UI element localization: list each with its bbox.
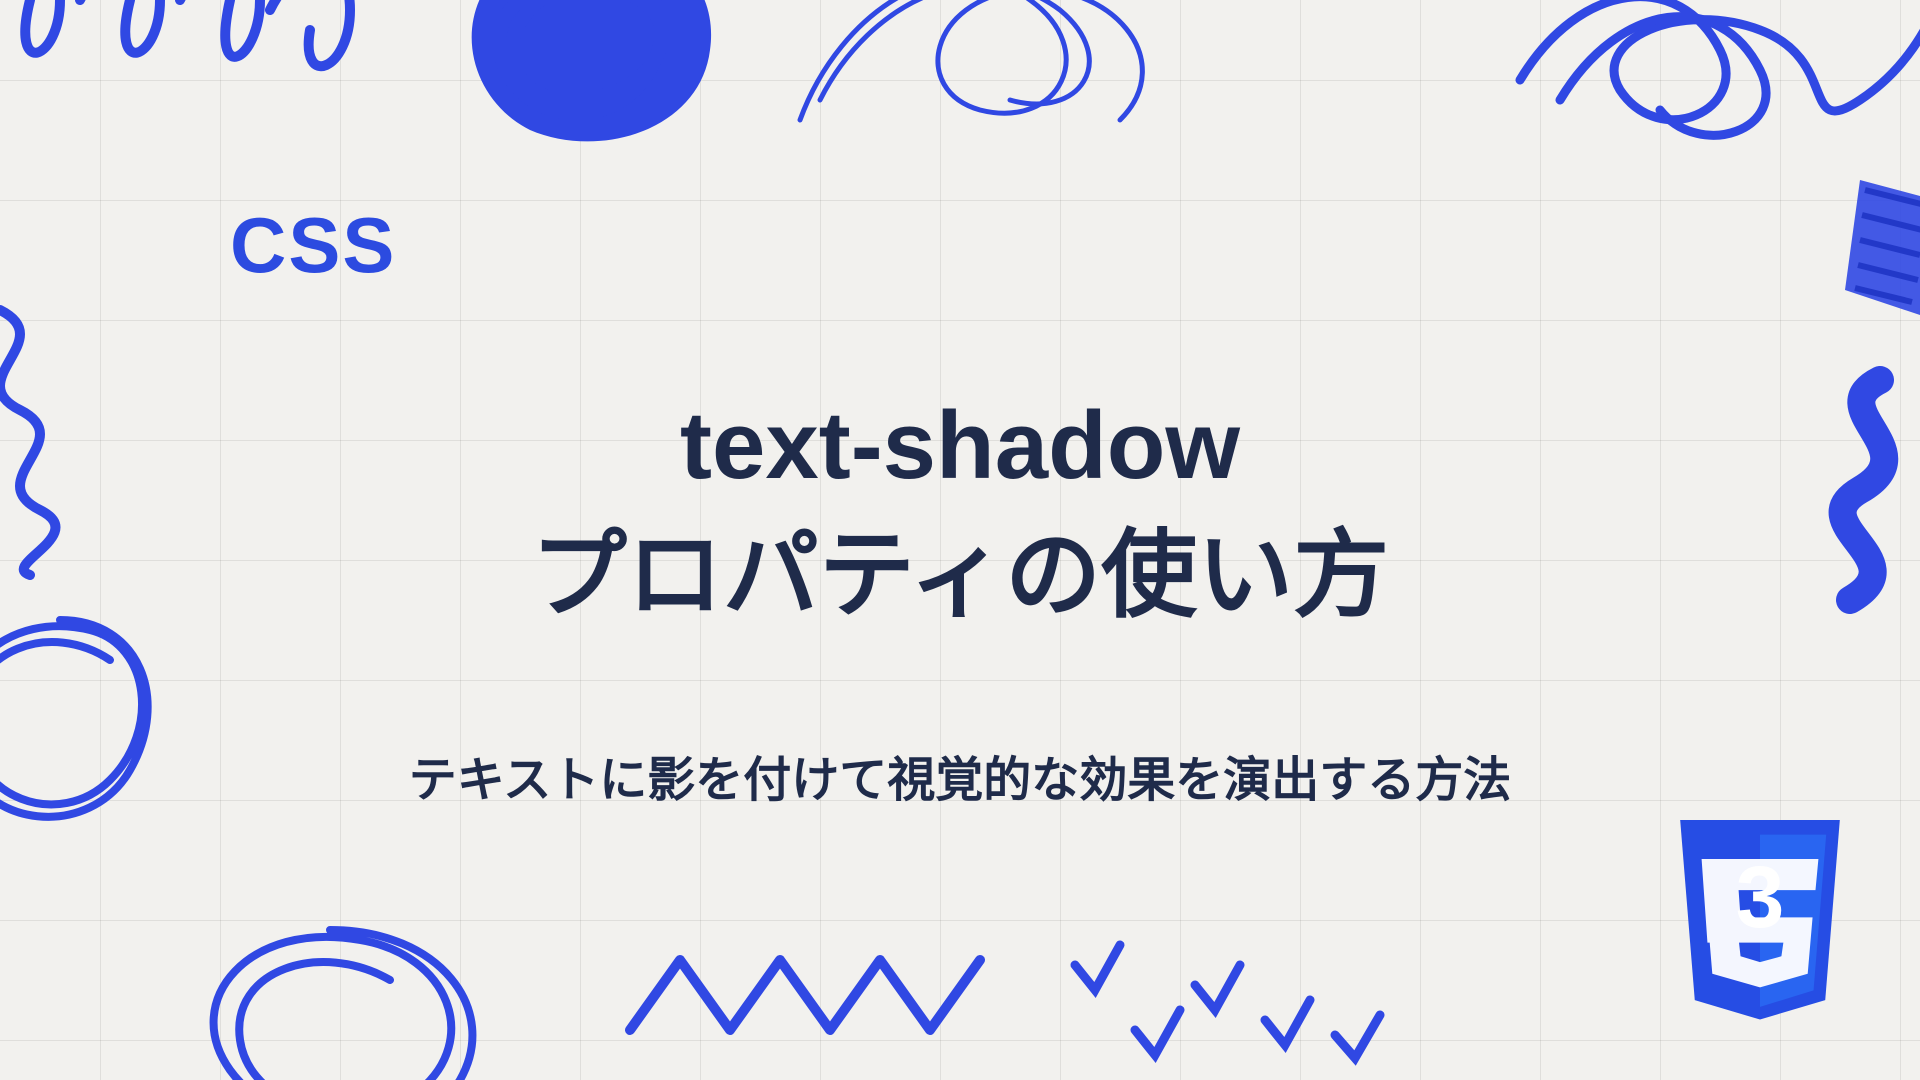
doodle-loops-top-left xyxy=(0,0,370,160)
content-area: CSS text-shadow プロパティの使い方 テキストに影を付けて視覚的な… xyxy=(0,200,1920,810)
subtitle-text: テキストに影を付けて視覚的な効果を演出する方法 xyxy=(80,740,1840,810)
doodle-scribble-ball xyxy=(460,0,720,160)
main-title: text-shadow プロパティの使い方 xyxy=(80,381,1840,640)
doodle-checks-bottom xyxy=(1060,930,1420,1070)
css3-logo-number: 3 xyxy=(1736,848,1785,946)
doodle-scribble-top-right xyxy=(1500,0,1920,160)
doodle-spiral-bottom-left xyxy=(140,900,520,1080)
doodle-zigzag-bottom xyxy=(620,940,1000,1060)
category-label: CSS xyxy=(230,200,1840,291)
title-line-2: プロパティの使い方 xyxy=(531,522,1389,629)
css3-logo-icon: 3 xyxy=(1660,820,1860,1040)
doodle-swirl-top xyxy=(780,0,1200,140)
title-line-1: text-shadow xyxy=(680,392,1240,499)
